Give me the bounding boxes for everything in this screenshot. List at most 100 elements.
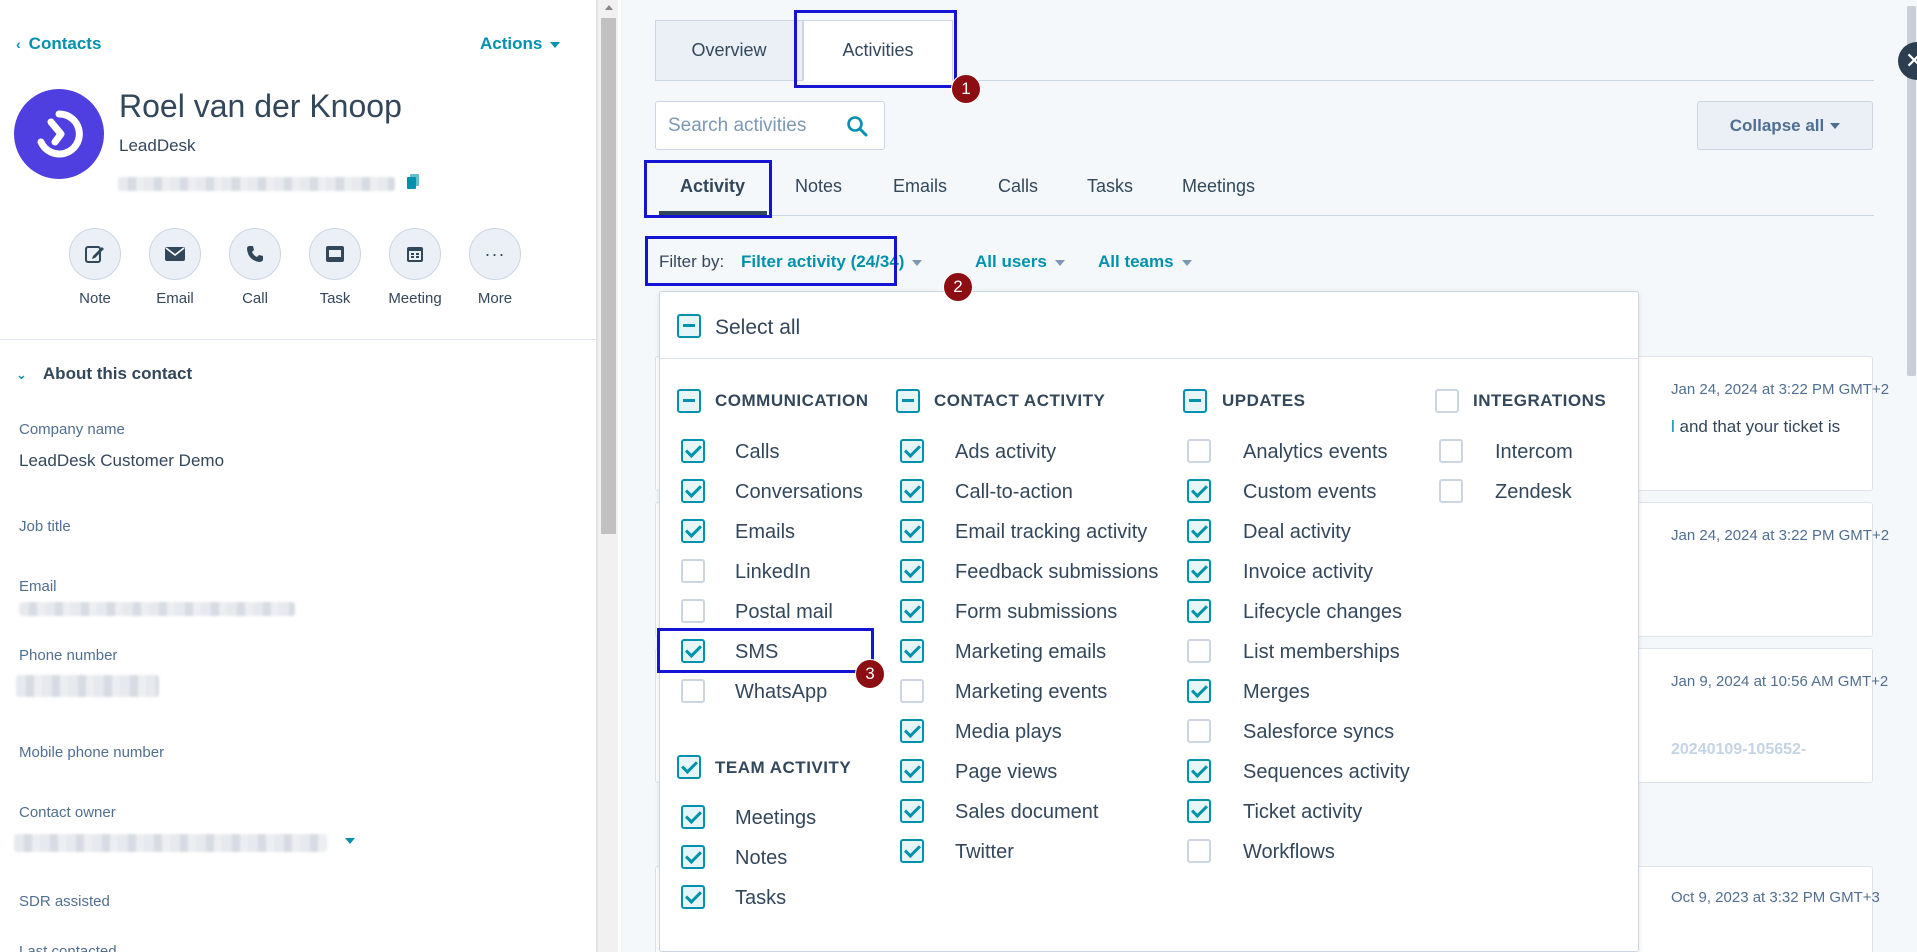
email-tracking-label[interactable]: Email tracking activity: [955, 521, 1147, 544]
analytics-events-checkbox[interactable]: [1187, 439, 1211, 463]
merges-label[interactable]: Merges: [1243, 681, 1310, 704]
list-memberships-label[interactable]: List memberships: [1243, 641, 1400, 664]
category-updates-checkbox[interactable]: [1183, 389, 1207, 413]
emails-checkbox[interactable]: [681, 519, 705, 543]
subtab-calls[interactable]: Calls: [998, 176, 1038, 197]
meetings-label[interactable]: Meetings: [735, 807, 816, 830]
main-scrollbar[interactable]: [1906, 0, 1917, 952]
workflows-label[interactable]: Workflows: [1243, 841, 1335, 864]
salesforce-syncs-checkbox[interactable]: [1187, 719, 1211, 743]
form-submissions-label[interactable]: Form submissions: [955, 601, 1117, 624]
subtab-tasks[interactable]: Tasks: [1087, 176, 1133, 197]
task-action[interactable]: Task: [300, 228, 370, 307]
page-views-label[interactable]: Page views: [955, 761, 1057, 784]
search-activities-box[interactable]: [655, 101, 885, 150]
merges-checkbox[interactable]: [1187, 679, 1211, 703]
blurred-phone-value[interactable]: [16, 675, 159, 697]
calls-label[interactable]: Calls: [735, 441, 779, 464]
call-to-action-checkbox[interactable]: [900, 479, 924, 503]
notes-label[interactable]: Notes: [735, 847, 787, 870]
marketing-events-checkbox[interactable]: [900, 679, 924, 703]
page-views-checkbox[interactable]: [900, 759, 924, 783]
owner-caret-down-icon[interactable]: [345, 838, 355, 844]
blurred-owner-value[interactable]: [14, 834, 327, 852]
conversations-checkbox[interactable]: [681, 479, 705, 503]
feedback-submissions-checkbox[interactable]: [900, 559, 924, 583]
linkedin-label[interactable]: LinkedIn: [735, 561, 811, 584]
invoice-activity-label[interactable]: Invoice activity: [1243, 561, 1373, 584]
scrollbar-thumb[interactable]: [601, 18, 616, 534]
search-input[interactable]: [668, 114, 838, 137]
feedback-submissions-label[interactable]: Feedback submissions: [955, 561, 1158, 584]
activity-attachment-name[interactable]: 20240109-105652-: [1671, 741, 1806, 759]
tab-activities[interactable]: Activities: [803, 20, 953, 81]
sms-label[interactable]: SMS: [735, 641, 778, 664]
sales-document-checkbox[interactable]: [900, 799, 924, 823]
company-name-value[interactable]: LeadDesk Customer Demo: [19, 451, 224, 471]
salesforce-syncs-label[interactable]: Salesforce syncs: [1243, 721, 1394, 744]
zendesk-label[interactable]: Zendesk: [1495, 481, 1572, 504]
sequences-activity-checkbox[interactable]: [1187, 759, 1211, 783]
intercom-checkbox[interactable]: [1439, 439, 1463, 463]
whatsapp-label[interactable]: WhatsApp: [735, 681, 827, 704]
note-action[interactable]: Note: [60, 228, 130, 307]
invoice-activity-checkbox[interactable]: [1187, 559, 1211, 583]
list-memberships-checkbox[interactable]: [1187, 639, 1211, 663]
postal-mail-checkbox[interactable]: [681, 599, 705, 623]
tasks-label[interactable]: Tasks: [735, 887, 786, 910]
ticket-activity-checkbox[interactable]: [1187, 799, 1211, 823]
sales-document-label[interactable]: Sales document: [955, 801, 1098, 824]
tasks-checkbox[interactable]: [681, 885, 705, 909]
sms-checkbox[interactable]: [681, 639, 705, 663]
twitter-checkbox[interactable]: [900, 839, 924, 863]
copy-icon[interactable]: [406, 174, 420, 195]
linkedin-checkbox[interactable]: [681, 559, 705, 583]
meeting-action[interactable]: Meeting: [380, 228, 450, 307]
collapse-all-button[interactable]: Collapse all: [1697, 101, 1873, 150]
meetings-checkbox[interactable]: [681, 805, 705, 829]
call-to-action-label[interactable]: Call-to-action: [955, 481, 1073, 504]
custom-events-checkbox[interactable]: [1187, 479, 1211, 503]
zendesk-checkbox[interactable]: [1439, 479, 1463, 503]
ticket-activity-label[interactable]: Ticket activity: [1243, 801, 1362, 824]
whatsapp-checkbox[interactable]: [681, 679, 705, 703]
analytics-events-label[interactable]: Analytics events: [1243, 441, 1388, 464]
sequences-activity-label[interactable]: Sequences activity: [1243, 761, 1410, 784]
media-plays-checkbox[interactable]: [900, 719, 924, 743]
deal-activity-checkbox[interactable]: [1187, 519, 1211, 543]
emails-label[interactable]: Emails: [735, 521, 795, 544]
scroll-up-arrow-icon[interactable]: [605, 5, 613, 10]
activity-link-fragment[interactable]: l: [1671, 417, 1675, 436]
category-integrations-checkbox[interactable]: [1435, 389, 1459, 413]
subtab-emails[interactable]: Emails: [893, 176, 947, 197]
subtab-activity[interactable]: Activity: [680, 176, 745, 197]
blurred-email-value[interactable]: [19, 602, 295, 616]
marketing-emails-label[interactable]: Marketing emails: [955, 641, 1106, 664]
ads-activity-checkbox[interactable]: [900, 439, 924, 463]
actions-dropdown[interactable]: Actions: [480, 34, 561, 54]
deal-activity-label[interactable]: Deal activity: [1243, 521, 1351, 544]
more-action[interactable]: ··· More: [460, 228, 530, 307]
lifecycle-changes-checkbox[interactable]: [1187, 599, 1211, 623]
conversations-label[interactable]: Conversations: [735, 481, 863, 504]
tab-overview[interactable]: Overview: [655, 20, 803, 81]
twitter-label[interactable]: Twitter: [955, 841, 1014, 864]
email-action[interactable]: Email: [140, 228, 210, 307]
media-plays-label[interactable]: Media plays: [955, 721, 1062, 744]
marketing-emails-checkbox[interactable]: [900, 639, 924, 663]
postal-mail-label[interactable]: Postal mail: [735, 601, 833, 624]
select-all-checkbox[interactable]: [677, 314, 701, 338]
all-users-dropdown[interactable]: All users: [975, 252, 1065, 272]
search-icon[interactable]: [846, 115, 868, 137]
category-communication-checkbox[interactable]: [677, 389, 701, 413]
custom-events-label[interactable]: Custom events: [1243, 481, 1376, 504]
subtab-notes[interactable]: Notes: [795, 176, 842, 197]
marketing-events-label[interactable]: Marketing events: [955, 681, 1107, 704]
ads-activity-label[interactable]: Ads activity: [955, 441, 1056, 464]
form-submissions-checkbox[interactable]: [900, 599, 924, 623]
back-to-contacts-link[interactable]: ‹ Contacts: [16, 34, 101, 54]
category-team-activity-checkbox[interactable]: [677, 755, 701, 779]
intercom-label[interactable]: Intercom: [1495, 441, 1573, 464]
call-action[interactable]: Call: [220, 228, 290, 307]
subtab-meetings[interactable]: Meetings: [1182, 176, 1255, 197]
